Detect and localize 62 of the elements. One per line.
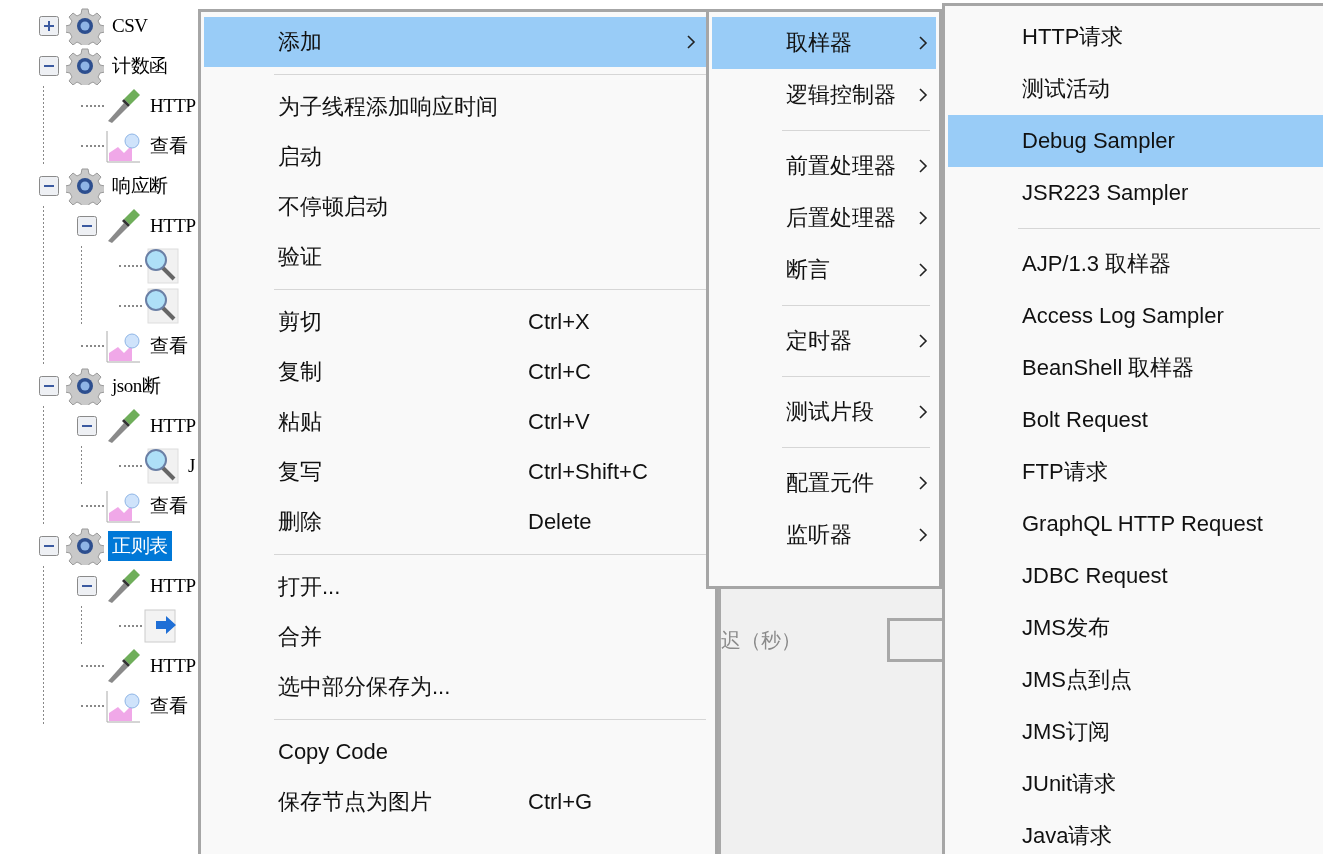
- menu-item[interactable]: Debug Sampler: [948, 115, 1323, 167]
- menu-item[interactable]: HTTP请求: [948, 11, 1323, 63]
- menu-item[interactable]: Copy Code: [204, 727, 712, 777]
- gear-icon: [66, 367, 104, 405]
- tree-node-label[interactable]: 计数函: [112, 51, 168, 81]
- menu-item[interactable]: 测试活动: [948, 63, 1323, 115]
- tree-node-label[interactable]: 查看: [150, 491, 187, 521]
- menu-item[interactable]: 前置处理器: [712, 140, 936, 192]
- magnifier-icon: [142, 287, 180, 325]
- menu-item[interactable]: 定时器: [712, 315, 936, 367]
- magnifier-icon: [142, 447, 180, 485]
- menu-item[interactable]: JDBC Request: [948, 550, 1323, 602]
- tree-node-label[interactable]: CSV: [112, 13, 148, 39]
- expand-toggle[interactable]: [39, 16, 59, 36]
- tree-node-label[interactable]: 正则表: [108, 531, 172, 561]
- menu-item[interactable]: 保存节点为图片 Ctrl+G: [204, 777, 712, 827]
- expand-toggle[interactable]: [77, 416, 97, 436]
- menu-item[interactable]: 测试片段: [712, 386, 936, 438]
- menu-item[interactable]: JSR223 Sampler: [948, 167, 1323, 219]
- tree-node-label[interactable]: 查看: [150, 131, 187, 161]
- menu-item[interactable]: 选中部分保存为...: [204, 662, 712, 712]
- tree-node-label[interactable]: J: [188, 453, 195, 479]
- expand-toggle[interactable]: [39, 536, 59, 556]
- tree-node-label[interactable]: HTTP: [150, 213, 196, 239]
- tree-node-label[interactable]: HTTP: [150, 653, 196, 679]
- menu-item[interactable]: BeanShell 取样器: [948, 342, 1323, 394]
- menu-item[interactable]: 监听器: [712, 509, 936, 561]
- gear-icon: [66, 527, 104, 565]
- menu-item[interactable]: JMS订阅: [948, 706, 1323, 758]
- field-label: 迟（秒）: [721, 627, 801, 653]
- gear-icon: [66, 167, 104, 205]
- tree-node-label[interactable]: HTTP: [150, 573, 196, 599]
- expand-toggle[interactable]: [39, 376, 59, 396]
- menu-item[interactable]: Bolt Request: [948, 394, 1323, 446]
- menu-item[interactable]: 取样器: [712, 17, 936, 69]
- input-field[interactable]: [887, 618, 942, 662]
- tree-node-label[interactable]: 查看: [150, 331, 187, 361]
- menu-item[interactable]: 合并: [204, 612, 712, 662]
- menu-item[interactable]: JMS发布: [948, 602, 1323, 654]
- menu-item[interactable]: FTP请求: [948, 446, 1323, 498]
- menu-item[interactable]: Access Log Sampler: [948, 290, 1323, 342]
- expand-toggle[interactable]: [39, 56, 59, 76]
- expand-toggle[interactable]: [39, 176, 59, 196]
- tree-node-label[interactable]: 查看: [150, 691, 187, 721]
- gear-icon: [66, 47, 104, 85]
- menu-item[interactable]: AJP/1.3 取样器: [948, 238, 1323, 290]
- expand-toggle[interactable]: [77, 216, 97, 236]
- tree-node-label[interactable]: json断: [112, 371, 161, 401]
- tree-node-label[interactable]: HTTP: [150, 93, 196, 119]
- gear-icon: [66, 7, 104, 45]
- menu-item[interactable]: 断言: [712, 244, 936, 296]
- menu-item[interactable]: Java请求: [948, 810, 1323, 854]
- tree-node-label[interactable]: HTTP: [150, 413, 196, 439]
- menu-item[interactable]: GraphQL HTTP Request: [948, 498, 1323, 550]
- menu-item[interactable]: 逻辑控制器: [712, 69, 936, 121]
- menu-item[interactable]: JMS点到点: [948, 654, 1323, 706]
- tree-node-label[interactable]: 响应断: [112, 171, 168, 201]
- magnifier-icon: [142, 247, 180, 285]
- menu-item[interactable]: 后置处理器: [712, 192, 936, 244]
- menu-item[interactable]: 配置元件: [712, 457, 936, 509]
- expand-toggle[interactable]: [77, 576, 97, 596]
- menu-item[interactable]: JUnit请求: [948, 758, 1323, 810]
